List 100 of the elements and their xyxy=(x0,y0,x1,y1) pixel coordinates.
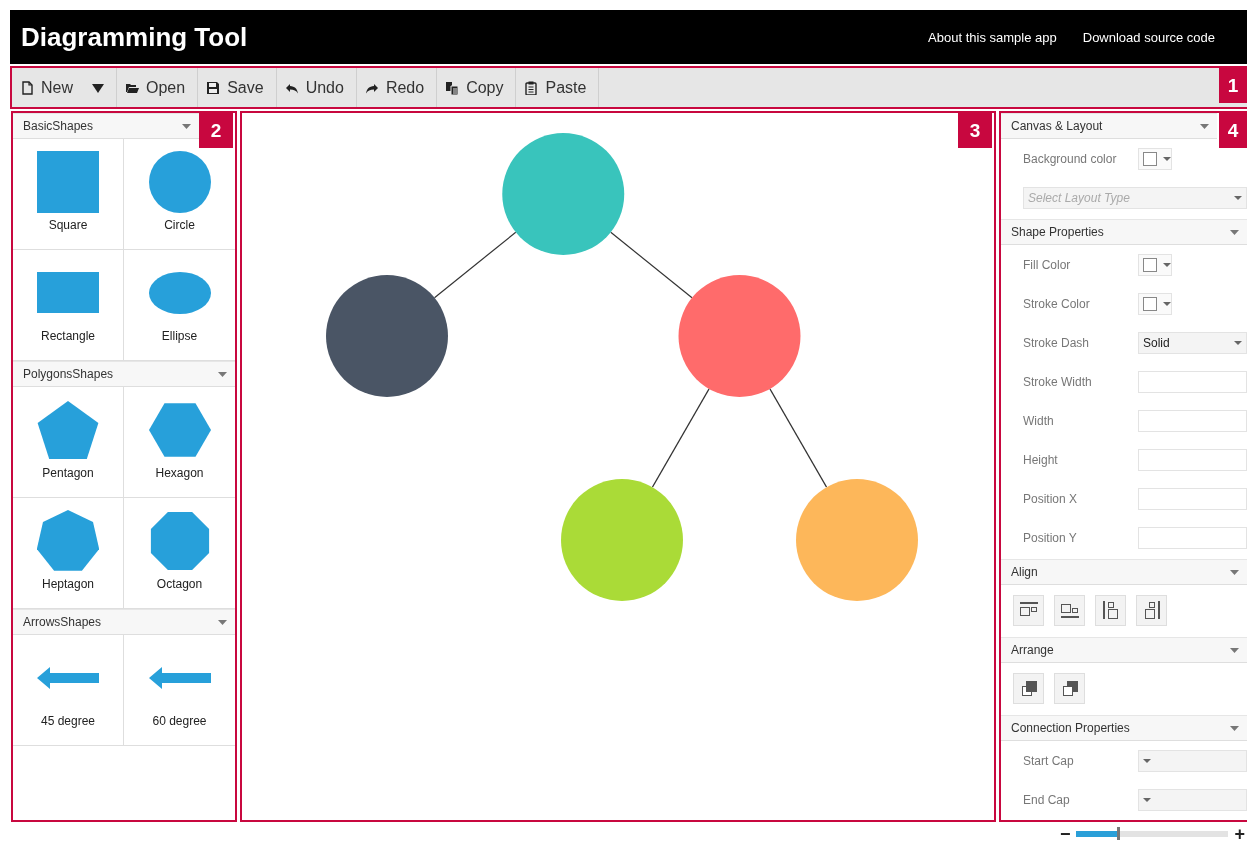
shape-label: Circle xyxy=(164,218,195,232)
shape-tile[interactable]: Hexagon xyxy=(124,387,235,498)
connector-line[interactable] xyxy=(610,231,693,299)
section-header[interactable]: Arrange xyxy=(1001,637,1247,663)
section-header[interactable]: BasicShapes xyxy=(13,113,199,139)
shape-label: Rectangle xyxy=(40,329,95,343)
align-right-button[interactable] xyxy=(1136,594,1167,626)
paste-button[interactable]: Paste xyxy=(516,68,600,107)
field-label: Fill Color xyxy=(1023,257,1072,272)
undo-button[interactable]: Undo xyxy=(276,68,357,107)
shape-tile[interactable]: Octagon xyxy=(124,498,235,609)
section-title: Canvas & Layout xyxy=(1011,119,1103,133)
caret-icon xyxy=(1163,262,1171,267)
caret-icon xyxy=(1234,195,1242,200)
redo-button[interactable]: Redo xyxy=(356,68,438,107)
color-picker[interactable] xyxy=(1138,147,1172,170)
section-header[interactable]: Align xyxy=(1001,559,1247,585)
input-field[interactable] xyxy=(1138,526,1247,549)
field-label: Height xyxy=(1023,452,1059,467)
connector-line[interactable] xyxy=(651,388,710,488)
field-label: Position X xyxy=(1023,491,1079,506)
section-title: Shape Properties xyxy=(1011,225,1104,239)
clipboard-icon xyxy=(524,80,539,95)
section-header[interactable]: Canvas & Layout xyxy=(1001,113,1217,139)
callout-number: 4 xyxy=(1219,113,1247,148)
bring-to-front-button[interactable] xyxy=(1013,672,1044,704)
color-swatch-icon xyxy=(1143,296,1157,311)
section-title: BasicShapes xyxy=(23,119,94,133)
field-label: Stroke Color xyxy=(1023,296,1091,311)
section-header[interactable]: Shape Properties xyxy=(1001,219,1247,245)
field-label: Start Cap xyxy=(1023,753,1075,768)
page-icon xyxy=(20,80,34,95)
shape-tile[interactable]: Circle xyxy=(124,139,235,250)
copy-button[interactable]: Copy xyxy=(437,68,517,107)
copy-icon xyxy=(445,80,460,95)
callout-number: 1 xyxy=(1219,68,1247,103)
shape-tile[interactable]: Pentagon xyxy=(13,387,124,498)
left-arrow-shape-icon xyxy=(37,667,99,689)
input-field[interactable] xyxy=(1138,409,1247,432)
slider-thumb[interactable] xyxy=(1116,827,1120,840)
section-header[interactable]: ArrowsShapes xyxy=(13,609,235,635)
shape-tile[interactable]: Rectangle xyxy=(13,250,124,361)
shape-label: 60 degree xyxy=(152,714,207,728)
selected-value: Solid xyxy=(1143,335,1170,350)
field-label: Stroke Dash xyxy=(1023,335,1091,350)
color-swatch-icon xyxy=(1143,151,1157,166)
align-bottom-button[interactable] xyxy=(1054,594,1085,626)
field-label: End Cap xyxy=(1023,792,1071,807)
zoom-in-button[interactable]: + xyxy=(1234,823,1245,845)
heptagon-shape-icon xyxy=(37,510,99,572)
header-link[interactable]: Download source code xyxy=(1082,29,1215,45)
circle-node[interactable] xyxy=(502,133,625,255)
shape-tile[interactable]: Heptagon xyxy=(13,498,124,609)
field-label: Stroke Width xyxy=(1023,374,1093,389)
input-field[interactable] xyxy=(1138,487,1247,510)
color-picker[interactable] xyxy=(1138,292,1172,315)
connector-line[interactable] xyxy=(433,231,517,299)
shape-label: Ellipse xyxy=(161,329,198,343)
dropdown[interactable]: Solid xyxy=(1138,331,1247,354)
caret-icon xyxy=(1143,797,1151,802)
callout-number: 2 xyxy=(199,113,233,148)
caret-icon xyxy=(1143,758,1151,763)
circle-node[interactable] xyxy=(678,275,801,397)
caret-icon xyxy=(1163,156,1171,161)
field-label: Position Y xyxy=(1023,530,1078,545)
align-top-button[interactable] xyxy=(1013,594,1044,626)
caret-icon xyxy=(1234,340,1242,345)
shape-tile[interactable]: 45 degree xyxy=(13,635,124,746)
callout-number: 3 xyxy=(958,113,992,148)
circle-node[interactable] xyxy=(326,275,448,397)
shape-tile[interactable]: Ellipse xyxy=(124,250,235,361)
circle-node[interactable] xyxy=(561,479,683,601)
field-label: Background color xyxy=(1023,151,1118,166)
send-to-back-button[interactable] xyxy=(1054,672,1085,704)
input-field[interactable] xyxy=(1138,448,1247,471)
section-header[interactable]: PolygonsShapes xyxy=(13,361,235,387)
section-header[interactable]: Connection Properties xyxy=(1001,715,1247,741)
shape-label: Square xyxy=(48,218,88,232)
square-shape-icon xyxy=(37,151,99,213)
pentagon-shape-icon xyxy=(37,399,99,461)
zoom-out-button[interactable]: − xyxy=(1059,823,1071,845)
left-arrow-shape-icon xyxy=(148,667,211,689)
shape-label: 45 degree xyxy=(40,714,95,728)
circle-node[interactable] xyxy=(796,479,918,601)
save-button[interactable]: Save xyxy=(198,68,277,107)
align-left-button[interactable] xyxy=(1095,594,1126,626)
placeholder: Select Layout Type xyxy=(1028,190,1130,205)
shape-label: Hexagon xyxy=(155,466,204,480)
octagon-shape-icon xyxy=(148,510,211,572)
circle-shape-icon xyxy=(148,151,211,213)
color-picker[interactable] xyxy=(1138,253,1172,276)
header-link[interactable]: About this sample app xyxy=(928,29,1057,45)
shape-tile[interactable]: 60 degree xyxy=(124,635,235,746)
open-button[interactable]: Open xyxy=(117,68,199,107)
input-field[interactable] xyxy=(1138,370,1247,393)
new-button[interactable]: New xyxy=(12,68,117,107)
field-label: Width xyxy=(1023,413,1055,428)
shape-tile[interactable]: Square xyxy=(13,139,124,250)
connector-line[interactable] xyxy=(769,388,828,488)
caret-icon xyxy=(1163,301,1171,306)
